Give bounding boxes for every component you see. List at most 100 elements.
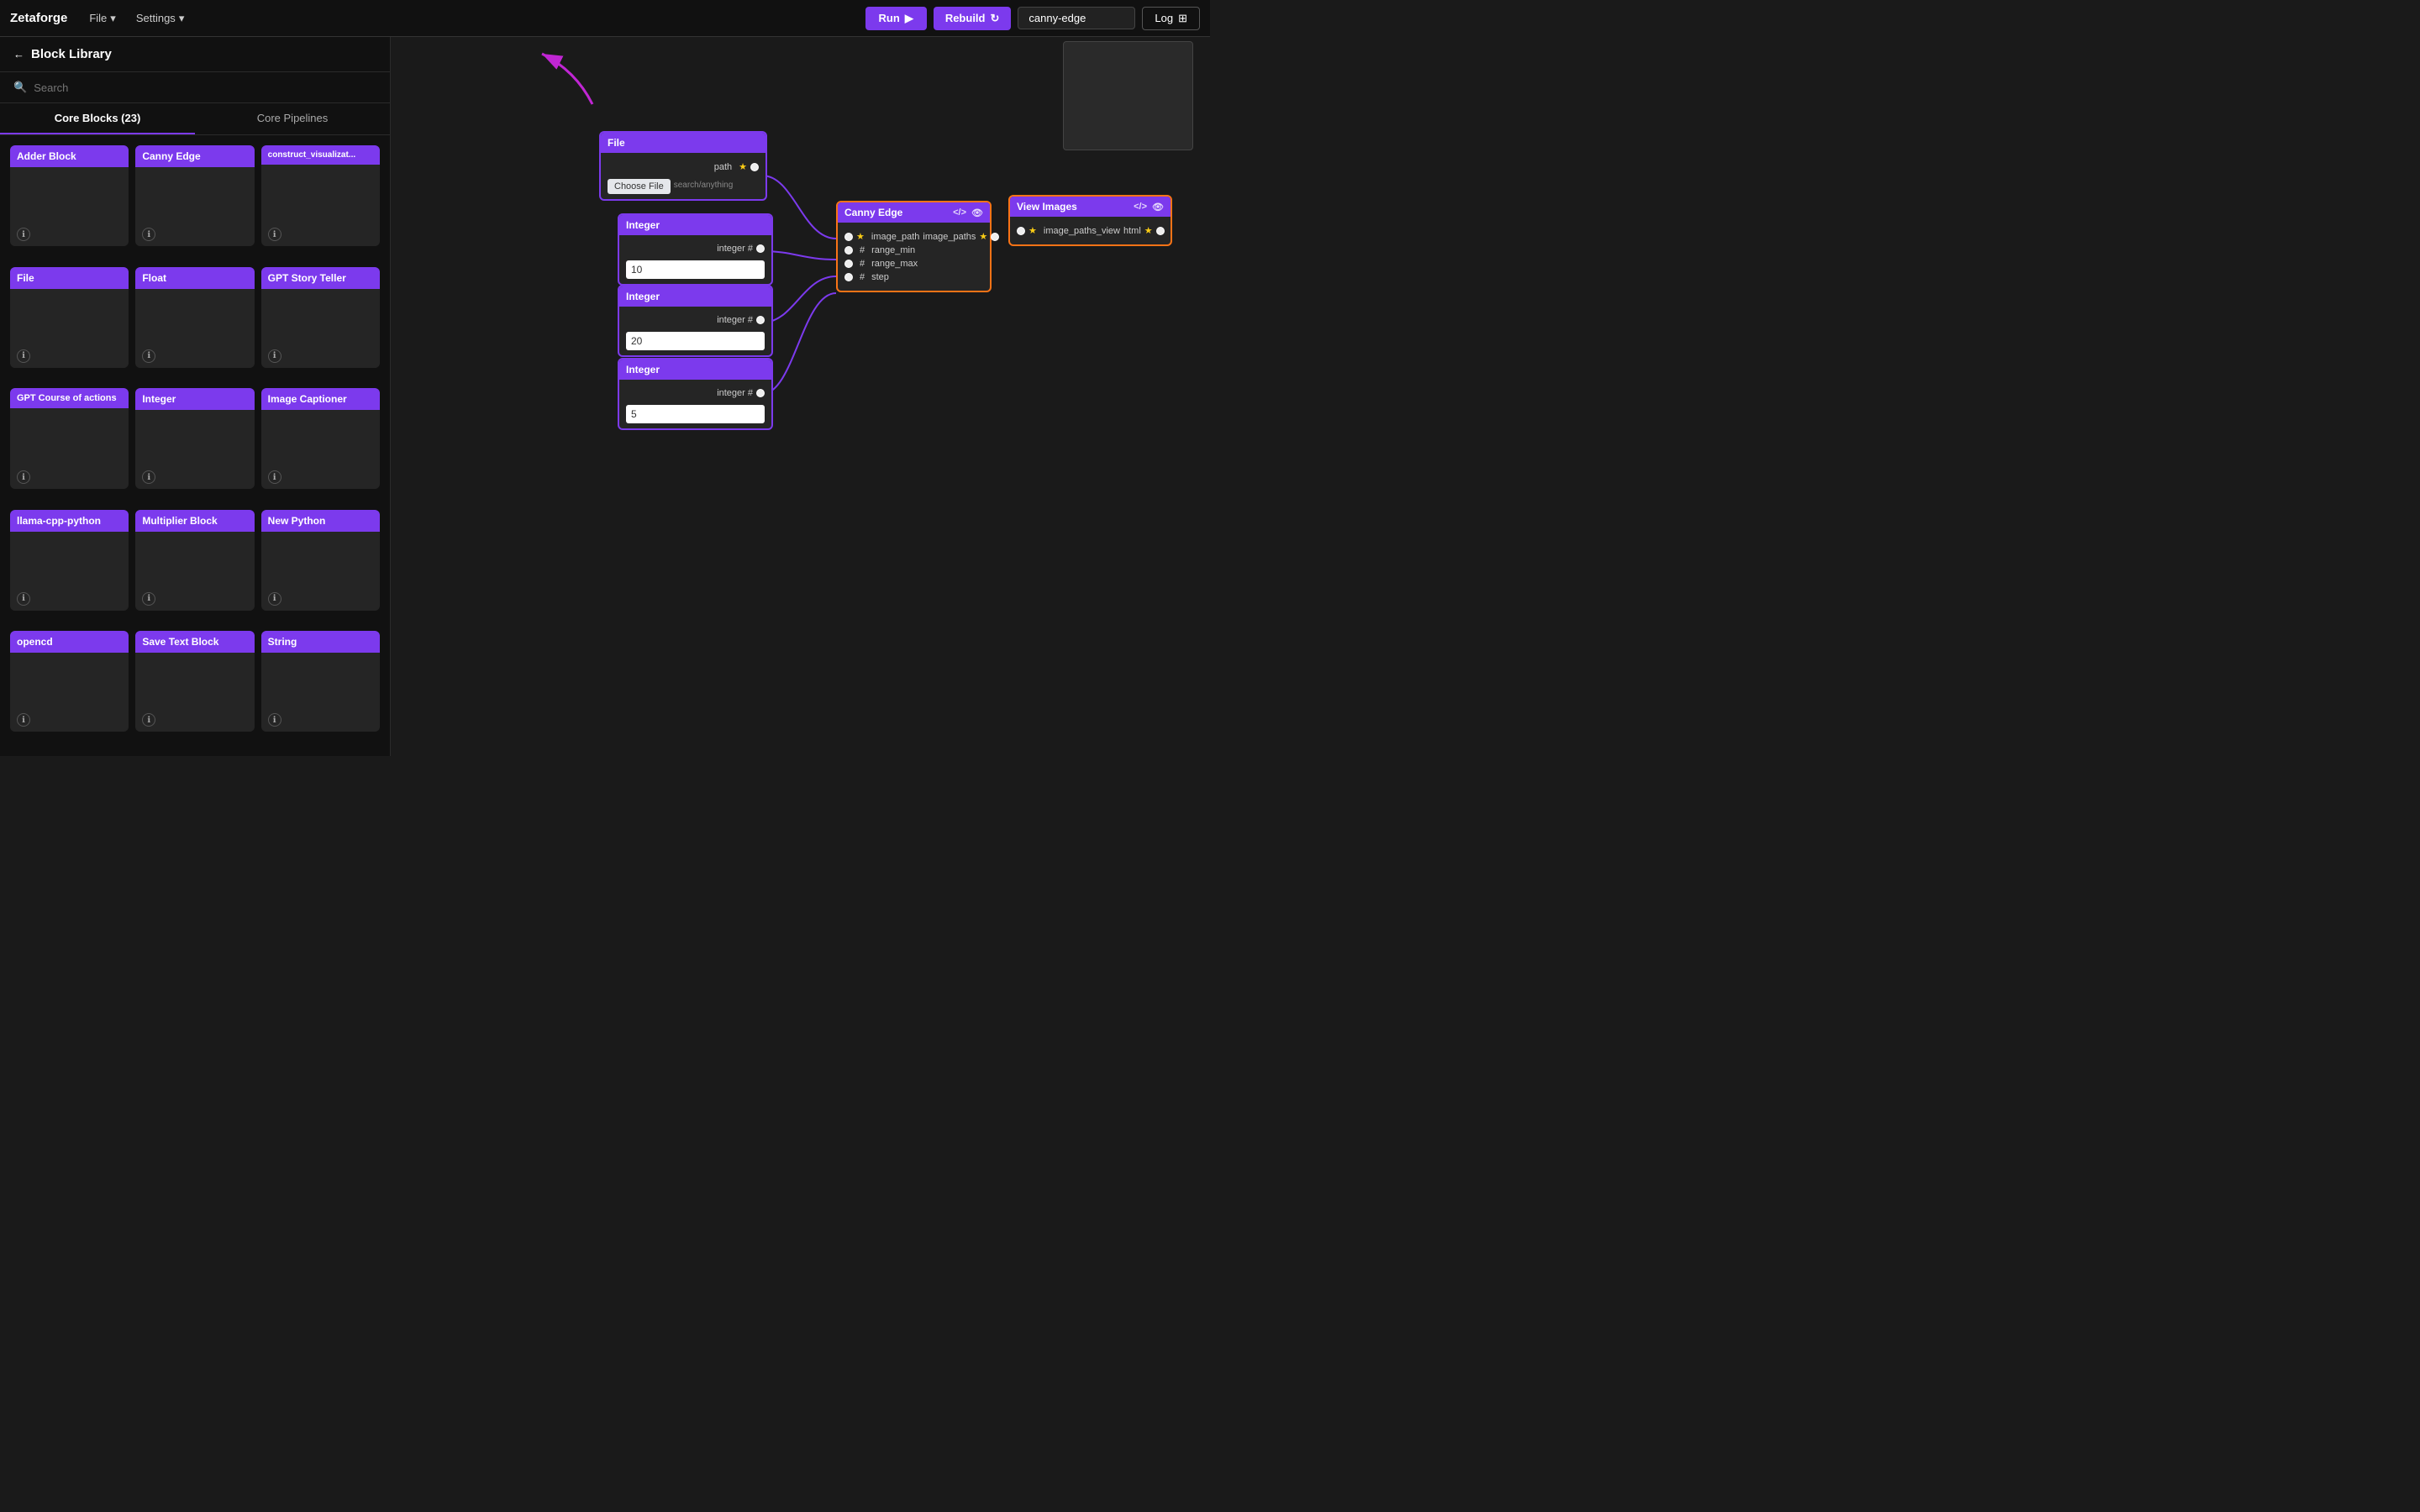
integer2-header: Integer [619, 286, 771, 307]
info-icon[interactable]: ℹ [268, 349, 281, 363]
info-icon[interactable]: ℹ [268, 228, 281, 241]
search-input[interactable] [34, 81, 376, 94]
rebuild-label: Rebuild [945, 12, 986, 24]
block-card-header: Float [135, 267, 254, 289]
star-icon: ★ [856, 231, 865, 242]
file-menu[interactable]: File ▾ [82, 8, 122, 29]
tab-core-blocks[interactable]: Core Blocks (23) [0, 103, 195, 134]
star-icon: ★ [739, 161, 747, 172]
pipeline-name-input[interactable] [1018, 7, 1135, 29]
canny-image-path-port: ★ image_path image_paths ★ [844, 231, 983, 242]
integer1-header: Integer [619, 215, 771, 235]
settings-menu-label: Settings [136, 12, 176, 24]
block-card-multiplier[interactable]: Multiplier Block ℹ [135, 510, 254, 611]
info-icon[interactable]: ℹ [268, 713, 281, 727]
block-card-new-python[interactable]: New Python ℹ [261, 510, 380, 611]
port-dot-integer1 [756, 244, 765, 253]
settings-menu[interactable]: Settings ▾ [129, 8, 192, 29]
block-card-file[interactable]: File ℹ [10, 267, 129, 368]
block-card-adder[interactable]: Adder Block ℹ [10, 145, 129, 246]
info-icon[interactable]: ℹ [17, 349, 30, 363]
canny-header-icons: </> 👁 [953, 207, 983, 218]
rebuild-icon: ↻ [990, 12, 999, 25]
eye-icon2[interactable]: 👁 [1152, 202, 1164, 213]
code-icon2[interactable]: </> [1134, 202, 1147, 213]
block-grid: Adder Block ℹ Canny Edge ℹ construct_vis… [0, 135, 390, 756]
view-images-body: ★ image_paths_view html ★ [1010, 217, 1171, 244]
block-card-string[interactable]: String ℹ [261, 631, 380, 732]
info-icon[interactable]: ℹ [142, 349, 155, 363]
block-card-header: Image Captioner [261, 388, 380, 410]
canny-step-label: step [871, 272, 889, 282]
block-card-header: construct_visualizat... [261, 145, 380, 165]
integer3-value-input[interactable] [626, 405, 765, 423]
integer1-port-row: integer # [626, 244, 765, 254]
canvas-area[interactable]: File path ★ Choose File search/anything … [391, 37, 1210, 756]
integer1-value-input[interactable] [626, 260, 765, 279]
integer3-port-label: integer # [717, 388, 753, 398]
canny-edge-node[interactable]: Canny Edge </> 👁 ★ image_path image_path… [836, 201, 992, 292]
integer3-node[interactable]: Integer integer # [618, 358, 773, 430]
block-card-canny[interactable]: Canny Edge ℹ [135, 145, 254, 246]
block-card-header: Save Text Block [135, 631, 254, 653]
integer3-body: integer # [619, 380, 771, 428]
block-card-save-text[interactable]: Save Text Block ℹ [135, 631, 254, 732]
main-layout: ← Block Library 🔍 Core Blocks (23) Core … [0, 37, 1210, 756]
preview-box [1063, 41, 1193, 150]
info-icon[interactable]: ℹ [268, 470, 281, 484]
search-icon: 🔍 [13, 81, 27, 94]
block-card-float[interactable]: Float ℹ [135, 267, 254, 368]
info-icon[interactable]: ℹ [142, 592, 155, 606]
canny-edge-body: ★ image_path image_paths ★ # range_min #… [838, 223, 990, 291]
file-node-body: path ★ Choose File search/anything [601, 153, 765, 199]
info-icon[interactable]: ℹ [268, 592, 281, 606]
play-icon: ▶ [905, 12, 913, 25]
block-card-integer[interactable]: Integer ℹ [135, 388, 254, 489]
integer1-node[interactable]: Integer integer # [618, 213, 773, 286]
file-path-label: path [714, 162, 732, 172]
block-card-header: New Python [261, 510, 380, 532]
block-card-header: File [10, 267, 129, 289]
search-bar: 🔍 [0, 72, 390, 103]
brand-logo: Zetaforge [10, 11, 67, 25]
port-dot-image-path [844, 233, 853, 241]
view-images-node[interactable]: View Images </> 👁 ★ image_paths_view htm… [1008, 195, 1172, 246]
integer2-port-label: integer # [717, 315, 753, 325]
file-placeholder: search/anything [674, 181, 734, 190]
block-card-gpt-course[interactable]: GPT Course of actions ℹ [10, 388, 129, 489]
port-dot-integer3 [756, 389, 765, 397]
log-button[interactable]: Log ⊞ [1142, 7, 1200, 30]
integer1-port-label: integer # [717, 244, 753, 254]
canny-range-min-label: range_min [871, 245, 915, 255]
port-dot-range-max [844, 260, 853, 268]
run-button[interactable]: Run ▶ [865, 7, 927, 30]
integer3-header: Integer [619, 360, 771, 380]
block-card-image-captioner[interactable]: Image Captioner ℹ [261, 388, 380, 489]
code-icon[interactable]: </> [953, 207, 966, 218]
pink-arrow-annotation [458, 37, 626, 113]
eye-icon[interactable]: 👁 [971, 207, 983, 218]
integer1-body: integer # [619, 235, 771, 284]
block-card-construct[interactable]: construct_visualizat... ℹ [261, 145, 380, 246]
block-card-opencd[interactable]: opencd ℹ [10, 631, 129, 732]
block-card-gpt-story[interactable]: GPT Story Teller ℹ [261, 267, 380, 368]
block-card-header: GPT Course of actions [10, 388, 129, 408]
info-icon[interactable]: ℹ [17, 228, 30, 241]
block-card-header: Integer [135, 388, 254, 410]
star-icon-html: ★ [1144, 225, 1153, 236]
block-card-header: Canny Edge [135, 145, 254, 167]
block-card-llama[interactable]: llama-cpp-python ℹ [10, 510, 129, 611]
info-icon[interactable]: ℹ [17, 592, 30, 606]
canny-edge-title: Canny Edge [844, 207, 902, 218]
choose-file-button[interactable]: Choose File [608, 179, 671, 194]
integer2-value-input[interactable] [626, 332, 765, 350]
file-node[interactable]: File path ★ Choose File search/anything [599, 131, 767, 201]
view-header-icons: </> 👁 [1134, 202, 1164, 213]
integer2-node[interactable]: Integer integer # [618, 285, 773, 357]
file-node-header: File [601, 133, 765, 153]
tab-core-pipelines[interactable]: Core Pipelines [195, 103, 390, 134]
port-dot-path [750, 163, 759, 171]
back-icon[interactable]: ← [13, 48, 24, 60]
rebuild-button[interactable]: Rebuild ↻ [934, 7, 1012, 30]
hash-icon: # [860, 245, 865, 255]
